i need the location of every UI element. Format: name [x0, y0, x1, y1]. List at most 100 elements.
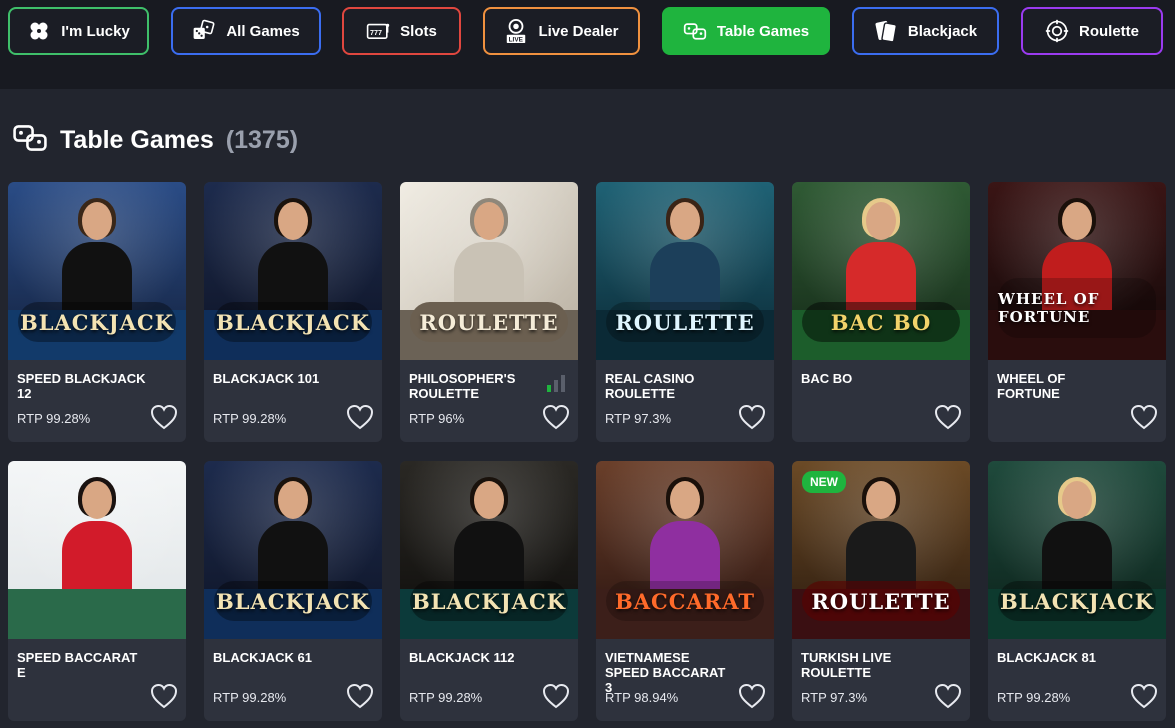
- game-card[interactable]: ROULETTE PHILOSOPHER'S ROULETTE RTP 96%: [400, 182, 578, 442]
- game-logo: BLACKJACK: [998, 581, 1156, 621]
- game-thumbnail[interactable]: ROULETTE: [596, 182, 774, 360]
- game-card[interactable]: WHEEL OF FORTUNE WHEEL OF FORTUNE: [988, 182, 1166, 442]
- game-rtp: RTP 99.28%: [409, 690, 483, 705]
- game-logo: BLACKJACK: [18, 302, 176, 342]
- game-card[interactable]: BLACKJACK BLACKJACK 112 RTP 99.28%: [400, 461, 578, 721]
- game-name: VIETNAMESE SPEED BACCARAT 3: [605, 650, 726, 695]
- game-name: PHILOSOPHER'S ROULETTE: [409, 371, 516, 401]
- game-thumbnail[interactable]: BLACKJACK: [204, 182, 382, 360]
- game-info: BAC BO: [792, 360, 970, 442]
- game-thumbnail[interactable]: BACCARAT: [596, 461, 774, 639]
- game-card[interactable]: BLACKJACK BLACKJACK 61 RTP 99.28%: [204, 461, 382, 721]
- live-icon: LIVE: [504, 19, 528, 44]
- category-bar: I'm Lucky All Games 777 Slots LIVE Live …: [0, 0, 1175, 89]
- game-logo: ROULETTE: [606, 302, 764, 342]
- game-info: TURKISH LIVE ROULETTE RTP 97.3%: [792, 639, 970, 721]
- game-name: BAC BO: [801, 371, 853, 386]
- game-thumbnail[interactable]: BLACKJACK: [8, 182, 186, 360]
- section-count: (1375): [225, 125, 299, 154]
- category-label: All Games: [226, 22, 300, 40]
- game-info: BLACKJACK 61 RTP 99.28%: [204, 639, 382, 721]
- game-info: BLACKJACK 112 RTP 99.28%: [400, 639, 578, 721]
- game-thumbnail[interactable]: BAC BO: [792, 182, 970, 360]
- category-label: I'm Lucky: [61, 22, 130, 40]
- game-info: WHEEL OF FORTUNE: [988, 360, 1166, 442]
- svg-text:777: 777: [370, 28, 382, 37]
- game-rtp: RTP 97.3%: [801, 690, 868, 705]
- favorite-heart-icon[interactable]: [346, 683, 374, 709]
- game-card[interactable]: ROULETTE REAL CASINO ROULETTE RTP 97.3%: [596, 182, 774, 442]
- game-info: SPEED BACCARAT E: [8, 639, 186, 721]
- game-card[interactable]: ROULETTE NEW TURKISH LIVE ROULETTE RTP 97.3…: [792, 461, 970, 721]
- favorite-heart-icon[interactable]: [1130, 404, 1158, 430]
- game-name: BLACKJACK 101: [213, 371, 320, 386]
- game-thumbnail[interactable]: BLACKJACK: [400, 461, 578, 639]
- clover-icon: [27, 19, 51, 43]
- favorite-heart-icon[interactable]: [738, 404, 766, 430]
- new-badge: NEW: [802, 471, 846, 493]
- game-thumbnail[interactable]: BLACKJACK: [988, 461, 1166, 639]
- favorite-heart-icon[interactable]: [1130, 683, 1158, 709]
- game-logo: BACCARAT: [606, 581, 764, 621]
- favorite-heart-icon[interactable]: [150, 683, 178, 709]
- category-label: Blackjack: [907, 22, 978, 40]
- game-logo: BLACKJACK: [214, 581, 372, 621]
- game-info: BLACKJACK 101 RTP 99.28%: [204, 360, 382, 442]
- game-rtp: RTP 98.94%: [605, 690, 679, 705]
- game-card[interactable]: BLACKJACK SPEED BLACKJACK 12 RTP 99.28%: [8, 182, 186, 442]
- game-rtp: RTP 99.28%: [213, 411, 287, 426]
- game-thumbnail[interactable]: BLACKJACK: [204, 461, 382, 639]
- section-title: Table Games: [60, 125, 214, 154]
- game-thumbnail[interactable]: ROULETTE NEW: [792, 461, 970, 639]
- favorite-heart-icon[interactable]: [934, 683, 962, 709]
- category-live-dealer[interactable]: LIVE Live Dealer: [483, 7, 640, 55]
- game-name: SPEED BACCARAT E: [17, 650, 138, 680]
- game-info: PHILOSOPHER'S ROULETTE RTP 96%: [400, 360, 578, 442]
- game-logo: ROULETTE: [410, 302, 568, 342]
- game-name: BLACKJACK 81: [997, 650, 1096, 665]
- category-table-games[interactable]: Table Games: [662, 7, 830, 55]
- game-info: REAL CASINO ROULETTE RTP 97.3%: [596, 360, 774, 442]
- favorite-heart-icon[interactable]: [934, 404, 962, 430]
- game-thumbnail[interactable]: WHEEL OF FORTUNE: [988, 182, 1166, 360]
- category-slots[interactable]: 777 Slots: [342, 7, 461, 55]
- favorite-heart-icon[interactable]: [738, 683, 766, 709]
- game-info: BLACKJACK 81 RTP 99.28%: [988, 639, 1166, 721]
- section-heading: Table Games (1375): [12, 120, 298, 160]
- game-name: TURKISH LIVE ROULETTE: [801, 650, 892, 680]
- game-thumbnail[interactable]: ROULETTE: [400, 182, 578, 360]
- favorite-heart-icon[interactable]: [542, 683, 570, 709]
- game-name: WHEEL OF FORTUNE: [997, 371, 1066, 401]
- game-table: [8, 589, 186, 639]
- gamepad-icon: [12, 120, 48, 161]
- game-card[interactable]: BLACKJACK BLACKJACK 101 RTP 99.28%: [204, 182, 382, 442]
- game-rtp: RTP 99.28%: [997, 690, 1071, 705]
- cards-icon: [874, 19, 898, 43]
- game-card[interactable]: SPEED BACCARAT E: [8, 461, 186, 721]
- game-rtp: RTP 99.28%: [213, 690, 287, 705]
- game-card[interactable]: BAC BO BAC BO: [792, 182, 970, 442]
- dice-icon: [192, 19, 216, 43]
- category-label: Table Games: [716, 22, 810, 40]
- game-rtp: RTP 96%: [409, 411, 465, 426]
- favorite-heart-icon[interactable]: [346, 404, 374, 430]
- game-card[interactable]: BLACKJACK BLACKJACK 81 RTP 99.28%: [988, 461, 1166, 721]
- favorite-heart-icon[interactable]: [542, 404, 570, 430]
- game-name: BLACKJACK 61: [213, 650, 312, 665]
- game-card[interactable]: BACCARAT VIETNAMESE SPEED BACCARAT 3 RTP 9…: [596, 461, 774, 721]
- signal-bars-icon: [546, 374, 566, 392]
- category-im-lucky[interactable]: I'm Lucky: [8, 7, 149, 55]
- category-roulette[interactable]: Roulette: [1021, 7, 1163, 55]
- roulette-icon: [1045, 19, 1069, 43]
- svg-text:LIVE: LIVE: [509, 37, 524, 44]
- game-logo: BLACKJACK: [410, 581, 568, 621]
- category-all-games[interactable]: All Games: [171, 7, 321, 55]
- favorite-heart-icon[interactable]: [150, 404, 178, 430]
- game-name: SPEED BLACKJACK 12: [17, 371, 146, 401]
- game-info: SPEED BLACKJACK 12 RTP 99.28%: [8, 360, 186, 442]
- game-rtp: RTP 99.28%: [17, 411, 91, 426]
- game-thumbnail[interactable]: [8, 461, 186, 639]
- category-label: Roulette: [1079, 22, 1139, 40]
- category-blackjack[interactable]: Blackjack: [852, 7, 999, 55]
- game-logo: ROULETTE: [802, 581, 960, 621]
